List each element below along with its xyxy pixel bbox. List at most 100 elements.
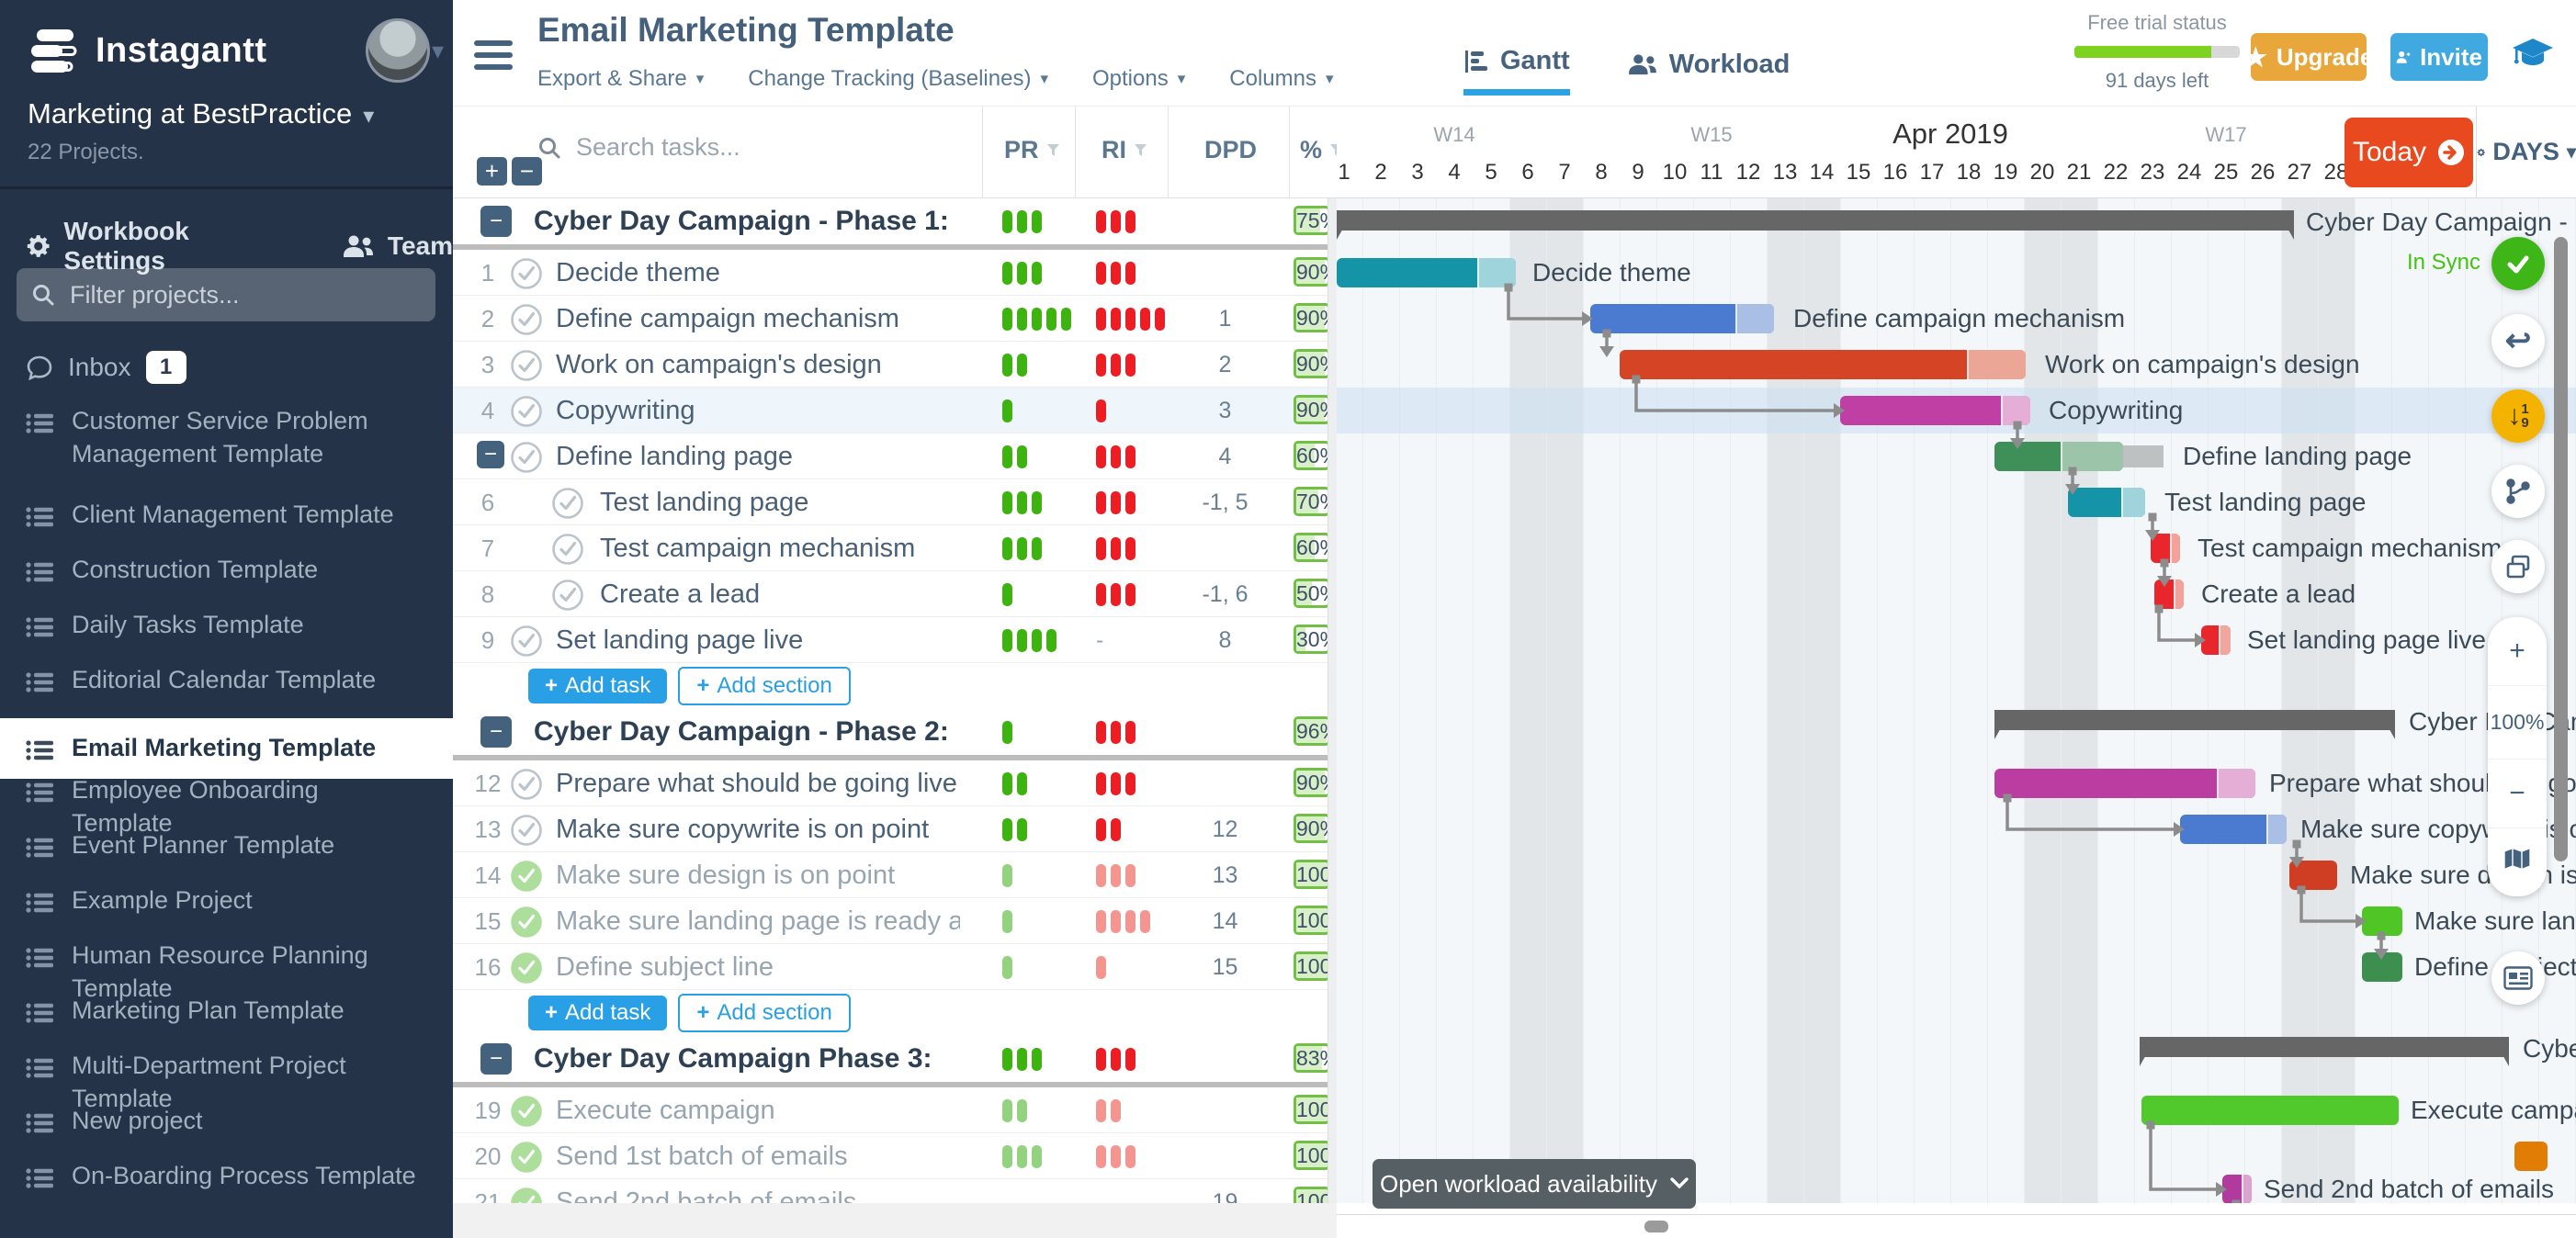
task-row[interactable]: 1Decide theme90%	[453, 250, 1337, 296]
sidebar-item-project[interactable]: Event Planner Template	[0, 828, 453, 867]
collapse-section-button[interactable]: −	[480, 1043, 512, 1075]
gantt-bar[interactable]	[2222, 1175, 2252, 1203]
upgrade-button[interactable]: ★ Upgrade	[2244, 33, 2373, 81]
task-row[interactable]: 20Send 1st batch of emails100%	[453, 1133, 1337, 1179]
scale-selector[interactable]: DAYS ▾	[2476, 106, 2576, 198]
menu-export-share[interactable]: Export & Share ▾	[537, 66, 704, 92]
sidebar-item-project[interactable]: Daily Tasks Template	[0, 608, 453, 647]
sidebar-item-project[interactable]: On-Boarding Process Template	[0, 1159, 453, 1198]
task-check-icon[interactable]	[510, 1095, 543, 1132]
undo-button[interactable]: ↩	[2491, 314, 2545, 367]
task-row[interactable]: 21Send 2nd batch of emails19100%	[453, 1179, 1337, 1203]
gantt-bar[interactable]	[2141, 1096, 2399, 1125]
zoom-out-button[interactable]: −	[2488, 760, 2547, 828]
sort-button[interactable]: ↓ 19	[2491, 389, 2545, 443]
collapse-section-button[interactable]: −	[480, 206, 512, 237]
task-check-icon[interactable]	[510, 1187, 543, 1203]
gantt-bar[interactable]	[1620, 350, 2026, 379]
task-check-icon[interactable]	[510, 951, 543, 989]
gantt-bar[interactable]	[1994, 442, 2123, 471]
task-row[interactable]: 8Create a lead-1, 650%	[453, 571, 1337, 617]
sync-ok-button[interactable]	[2491, 237, 2545, 290]
task-row[interactable]: 7Test campaign mechanism60%	[453, 525, 1337, 571]
summary-bar[interactable]	[1337, 210, 2294, 240]
gantt-bar[interactable]	[2154, 580, 2184, 609]
task-check-icon[interactable]	[510, 814, 543, 851]
open-workload-button[interactable]: Open workload availability	[1373, 1159, 1696, 1209]
task-check-icon[interactable]	[510, 768, 543, 805]
column-header-ri[interactable]: RI	[1102, 136, 1147, 164]
tab-gantt[interactable]: Gantt	[1463, 46, 1570, 96]
sidebar-item-inbox[interactable]: Inbox 1	[26, 351, 186, 384]
gantt-bar[interactable]	[1994, 769, 2255, 798]
gantt-bar[interactable]	[2180, 815, 2287, 844]
add-task-button[interactable]: + Add task	[528, 669, 668, 703]
add-task-button[interactable]: + Add task	[528, 996, 668, 1030]
column-header-dpd[interactable]: DPD	[1204, 136, 1257, 164]
gantt-bar[interactable]	[2289, 861, 2337, 890]
collapse-task-button[interactable]: −	[477, 441, 504, 468]
summary-bar[interactable]	[2140, 1037, 2509, 1066]
task-check-icon[interactable]	[551, 579, 584, 616]
gantt-bar[interactable]	[1840, 396, 2030, 425]
task-check-icon[interactable]	[510, 625, 543, 662]
sidebar-item-project[interactable]: New project	[0, 1104, 453, 1142]
task-row[interactable]: 15 Make sure landing page is ready an... 1…	[453, 898, 1337, 944]
section-row[interactable]: −Cyber Day Campaign Phase 3:83%	[453, 1036, 1337, 1087]
collapse-section-button[interactable]: −	[480, 716, 512, 748]
task-check-icon[interactable]	[510, 303, 543, 341]
map-overview-button[interactable]	[2488, 828, 2547, 896]
column-header-pr[interactable]: PR	[1004, 136, 1060, 164]
sidebar-item-project[interactable]: Editorial Calendar Template	[0, 663, 453, 702]
sidebar-item-project[interactable]: Construction Template	[0, 553, 453, 591]
board-view-button[interactable]	[2491, 951, 2545, 1005]
menu-options[interactable]: Options ▾	[1092, 66, 1185, 92]
task-check-icon[interactable]	[551, 487, 584, 524]
menu-change-tracking-baselines-[interactable]: Change Tracking (Baselines) ▾	[748, 66, 1048, 92]
invite-button[interactable]: Invite	[2390, 33, 2488, 81]
gantt-bar[interactable]	[2151, 534, 2180, 563]
avatar[interactable]	[366, 18, 430, 83]
team-button[interactable]: Team	[342, 217, 453, 276]
gantt-bar[interactable]	[1590, 304, 1774, 333]
expand-all-button[interactable]: +	[477, 157, 507, 186]
workbook-settings-button[interactable]: Workbook Settings	[26, 217, 277, 276]
gantt-bar[interactable]	[2514, 1142, 2548, 1171]
sidebar-item-project[interactable]: Marketing Plan Template	[0, 994, 453, 1032]
gantt-bar[interactable]	[2068, 488, 2145, 517]
hamburger-menu-icon[interactable]	[474, 40, 513, 76]
task-row[interactable]: 12 Prepare what should be going live fi..…	[453, 760, 1337, 806]
horizontal-scrollbar[interactable]	[1337, 1214, 2576, 1238]
sidebar-item-project[interactable]: Client Management Template	[0, 498, 453, 536]
add-section-button[interactable]: + Add section	[678, 667, 851, 705]
filter-projects-input[interactable]	[68, 279, 421, 310]
task-check-icon[interactable]	[510, 1141, 543, 1178]
gantt-bar[interactable]	[2201, 625, 2231, 655]
task-check-icon[interactable]	[551, 533, 584, 570]
task-row[interactable]: −Define landing page460%	[453, 433, 1337, 479]
sidebar-item-project[interactable]: Customer Service Problem Management Temp…	[0, 404, 453, 470]
task-check-icon[interactable]	[510, 860, 543, 897]
section-row[interactable]: −Cyber Day Campaign - Phase 2:96%	[453, 709, 1337, 760]
task-row[interactable]: 4Copywriting390%	[453, 388, 1337, 433]
task-check-icon[interactable]	[510, 257, 543, 295]
task-check-icon[interactable]	[510, 441, 543, 478]
gantt-bar[interactable]	[2362, 952, 2402, 982]
task-row[interactable]: 14Make sure design is on point13100%	[453, 852, 1337, 898]
search-tasks-input[interactable]	[574, 132, 927, 163]
task-row[interactable]: 16Define subject line15100%	[453, 944, 1337, 990]
dependencies-button[interactable]	[2491, 465, 2545, 518]
task-row[interactable]: 19Execute campaign100%	[453, 1087, 1337, 1133]
section-row[interactable]: −Cyber Day Campaign - Phase 1:75%	[453, 198, 1337, 250]
menu-columns[interactable]: Columns ▾	[1229, 66, 1333, 92]
task-check-icon[interactable]	[510, 395, 543, 433]
task-row[interactable]: 6Test landing page-1, 570%	[453, 479, 1337, 525]
task-row[interactable]: 3Work on campaign's design290%	[453, 342, 1337, 388]
workspace-switcher[interactable]: Marketing at BestPractice ▾ 22 Projects.	[28, 97, 374, 165]
horizontal-scrollbar-handle[interactable]	[1644, 1221, 1668, 1232]
sidebar-item-project[interactable]: Email Marketing Template	[0, 718, 453, 779]
task-row[interactable]: 2Define campaign mechanism190%	[453, 296, 1337, 342]
task-check-icon[interactable]	[510, 906, 543, 943]
zoom-in-button[interactable]: +	[2488, 617, 2547, 686]
vertical-scrollbar[interactable]	[2554, 237, 2568, 861]
